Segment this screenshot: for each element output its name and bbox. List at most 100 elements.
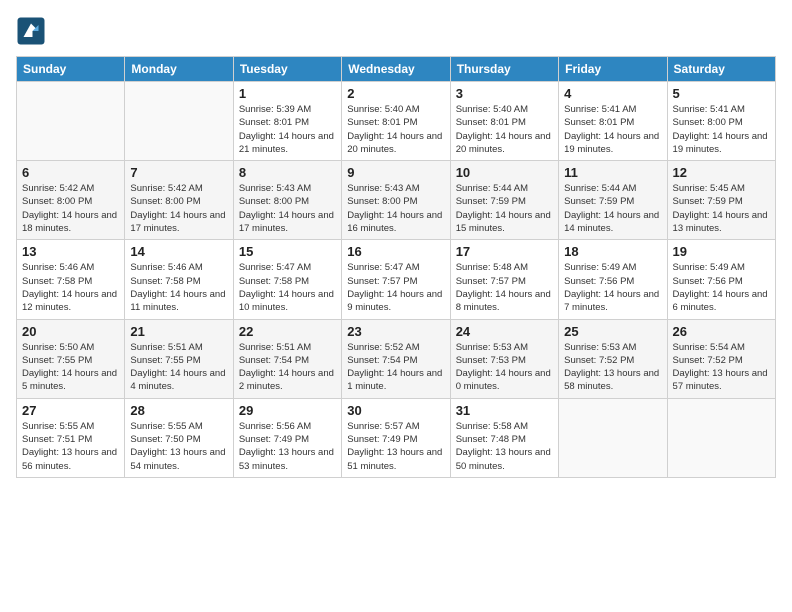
calendar-cell: 12 Sunrise: 5:45 AM Sunset: 7:59 PM Dayli… xyxy=(667,161,775,240)
day-info: Sunrise: 5:41 AM Sunset: 8:01 PM Dayligh… xyxy=(564,103,661,156)
day-number: 9 xyxy=(347,165,444,180)
day-number: 31 xyxy=(456,403,553,418)
weekday-header-row: SundayMondayTuesdayWednesdayThursdayFrid… xyxy=(17,57,776,82)
calendar-cell: 5 Sunrise: 5:41 AM Sunset: 8:00 PM Daylig… xyxy=(667,82,775,161)
day-info: Sunrise: 5:49 AM Sunset: 7:56 PM Dayligh… xyxy=(673,261,770,314)
calendar-cell: 22 Sunrise: 5:51 AM Sunset: 7:54 PM Dayli… xyxy=(233,319,341,398)
day-number: 6 xyxy=(22,165,119,180)
calendar-cell: 13 Sunrise: 5:46 AM Sunset: 7:58 PM Dayli… xyxy=(17,240,125,319)
day-info: Sunrise: 5:52 AM Sunset: 7:54 PM Dayligh… xyxy=(347,341,444,394)
calendar-cell: 28 Sunrise: 5:55 AM Sunset: 7:50 PM Dayli… xyxy=(125,398,233,477)
day-info: Sunrise: 5:44 AM Sunset: 7:59 PM Dayligh… xyxy=(456,182,553,235)
day-info: Sunrise: 5:56 AM Sunset: 7:49 PM Dayligh… xyxy=(239,420,336,473)
day-number: 19 xyxy=(673,244,770,259)
weekday-header-friday: Friday xyxy=(559,57,667,82)
calendar-cell: 17 Sunrise: 5:48 AM Sunset: 7:57 PM Dayli… xyxy=(450,240,558,319)
day-number: 24 xyxy=(456,324,553,339)
calendar-cell: 11Sunrise: 5:44 AM Sunset: 7:59 PM Dayli… xyxy=(559,161,667,240)
day-number: 28 xyxy=(130,403,227,418)
calendar-cell: 14 Sunrise: 5:46 AM Sunset: 7:58 PM Dayli… xyxy=(125,240,233,319)
day-number: 22 xyxy=(239,324,336,339)
calendar-cell: 16Sunrise: 5:47 AM Sunset: 7:57 PM Dayli… xyxy=(342,240,450,319)
calendar-cell: 19 Sunrise: 5:49 AM Sunset: 7:56 PM Dayli… xyxy=(667,240,775,319)
calendar-cell: 7 Sunrise: 5:42 AM Sunset: 8:00 PM Daylig… xyxy=(125,161,233,240)
day-number: 17 xyxy=(456,244,553,259)
calendar-cell: 4 Sunrise: 5:41 AM Sunset: 8:01 PM Daylig… xyxy=(559,82,667,161)
calendar-cell: 30Sunrise: 5:57 AM Sunset: 7:49 PM Dayli… xyxy=(342,398,450,477)
day-info: Sunrise: 5:51 AM Sunset: 7:54 PM Dayligh… xyxy=(239,341,336,394)
day-number: 21 xyxy=(130,324,227,339)
day-info: Sunrise: 5:44 AM Sunset: 7:59 PM Dayligh… xyxy=(564,182,661,235)
calendar-cell xyxy=(559,398,667,477)
calendar-cell: 10 Sunrise: 5:44 AM Sunset: 7:59 PM Dayli… xyxy=(450,161,558,240)
calendar-cell: 1Sunrise: 5:39 AM Sunset: 8:01 PM Daylig… xyxy=(233,82,341,161)
calendar-week-row: 20Sunrise: 5:50 AM Sunset: 7:55 PM Dayli… xyxy=(17,319,776,398)
weekday-header-tuesday: Tuesday xyxy=(233,57,341,82)
calendar-cell: 26 Sunrise: 5:54 AM Sunset: 7:52 PM Dayli… xyxy=(667,319,775,398)
calendar-cell: 15 Sunrise: 5:47 AM Sunset: 7:58 PM Dayli… xyxy=(233,240,341,319)
calendar-cell xyxy=(667,398,775,477)
day-number: 14 xyxy=(130,244,227,259)
calendar-cell xyxy=(125,82,233,161)
weekday-header-thursday: Thursday xyxy=(450,57,558,82)
day-info: Sunrise: 5:46 AM Sunset: 7:58 PM Dayligh… xyxy=(130,261,227,314)
day-info: Sunrise: 5:49 AM Sunset: 7:56 PM Dayligh… xyxy=(564,261,661,314)
day-number: 2 xyxy=(347,86,444,101)
calendar-cell: 23 Sunrise: 5:52 AM Sunset: 7:54 PM Dayli… xyxy=(342,319,450,398)
calendar-cell: 20Sunrise: 5:50 AM Sunset: 7:55 PM Dayli… xyxy=(17,319,125,398)
day-info: Sunrise: 5:50 AM Sunset: 7:55 PM Dayligh… xyxy=(22,341,119,394)
day-info: Sunrise: 5:40 AM Sunset: 8:01 PM Dayligh… xyxy=(347,103,444,156)
day-info: Sunrise: 5:43 AM Sunset: 8:00 PM Dayligh… xyxy=(347,182,444,235)
calendar-cell xyxy=(17,82,125,161)
calendar-cell: 18Sunrise: 5:49 AM Sunset: 7:56 PM Dayli… xyxy=(559,240,667,319)
day-info: Sunrise: 5:42 AM Sunset: 8:00 PM Dayligh… xyxy=(130,182,227,235)
day-info: Sunrise: 5:53 AM Sunset: 7:52 PM Dayligh… xyxy=(564,341,661,394)
day-number: 23 xyxy=(347,324,444,339)
day-info: Sunrise: 5:40 AM Sunset: 8:01 PM Dayligh… xyxy=(456,103,553,156)
weekday-header-wednesday: Wednesday xyxy=(342,57,450,82)
calendar-week-row: 6 Sunrise: 5:42 AM Sunset: 8:00 PM Daylig… xyxy=(17,161,776,240)
day-number: 25 xyxy=(564,324,661,339)
day-info: Sunrise: 5:54 AM Sunset: 7:52 PM Dayligh… xyxy=(673,341,770,394)
day-number: 1 xyxy=(239,86,336,101)
day-number: 8 xyxy=(239,165,336,180)
calendar-cell: 8 Sunrise: 5:43 AM Sunset: 8:00 PM Daylig… xyxy=(233,161,341,240)
day-info: Sunrise: 5:45 AM Sunset: 7:59 PM Dayligh… xyxy=(673,182,770,235)
day-info: Sunrise: 5:55 AM Sunset: 7:50 PM Dayligh… xyxy=(130,420,227,473)
day-number: 5 xyxy=(673,86,770,101)
day-info: Sunrise: 5:55 AM Sunset: 7:51 PM Dayligh… xyxy=(22,420,119,473)
calendar-week-row: 27 Sunrise: 5:55 AM Sunset: 7:51 PM Dayli… xyxy=(17,398,776,477)
calendar-week-row: 13 Sunrise: 5:46 AM Sunset: 7:58 PM Dayli… xyxy=(17,240,776,319)
day-number: 13 xyxy=(22,244,119,259)
calendar-cell: 6 Sunrise: 5:42 AM Sunset: 8:00 PM Daylig… xyxy=(17,161,125,240)
day-number: 16 xyxy=(347,244,444,259)
day-info: Sunrise: 5:58 AM Sunset: 7:48 PM Dayligh… xyxy=(456,420,553,473)
calendar-cell: 2 Sunrise: 5:40 AM Sunset: 8:01 PM Daylig… xyxy=(342,82,450,161)
calendar-week-row: 1Sunrise: 5:39 AM Sunset: 8:01 PM Daylig… xyxy=(17,82,776,161)
day-number: 15 xyxy=(239,244,336,259)
day-number: 29 xyxy=(239,403,336,418)
day-number: 4 xyxy=(564,86,661,101)
calendar-cell: 27 Sunrise: 5:55 AM Sunset: 7:51 PM Dayli… xyxy=(17,398,125,477)
day-info: Sunrise: 5:51 AM Sunset: 7:55 PM Dayligh… xyxy=(130,341,227,394)
calendar-cell: 9 Sunrise: 5:43 AM Sunset: 8:00 PM Daylig… xyxy=(342,161,450,240)
day-number: 26 xyxy=(673,324,770,339)
day-info: Sunrise: 5:47 AM Sunset: 7:58 PM Dayligh… xyxy=(239,261,336,314)
day-info: Sunrise: 5:46 AM Sunset: 7:58 PM Dayligh… xyxy=(22,261,119,314)
day-number: 7 xyxy=(130,165,227,180)
day-info: Sunrise: 5:41 AM Sunset: 8:00 PM Dayligh… xyxy=(673,103,770,156)
calendar-cell: 31 Sunrise: 5:58 AM Sunset: 7:48 PM Dayli… xyxy=(450,398,558,477)
day-info: Sunrise: 5:42 AM Sunset: 8:00 PM Dayligh… xyxy=(22,182,119,235)
logo-icon xyxy=(16,16,46,46)
day-number: 12 xyxy=(673,165,770,180)
weekday-header-sunday: Sunday xyxy=(17,57,125,82)
day-number: 10 xyxy=(456,165,553,180)
day-info: Sunrise: 5:48 AM Sunset: 7:57 PM Dayligh… xyxy=(456,261,553,314)
weekday-header-saturday: Saturday xyxy=(667,57,775,82)
calendar: SundayMondayTuesdayWednesdayThursdayFrid… xyxy=(16,56,776,478)
logo xyxy=(16,16,50,46)
day-info: Sunrise: 5:43 AM Sunset: 8:00 PM Dayligh… xyxy=(239,182,336,235)
day-number: 3 xyxy=(456,86,553,101)
calendar-cell: 25 Sunrise: 5:53 AM Sunset: 7:52 PM Dayli… xyxy=(559,319,667,398)
day-number: 27 xyxy=(22,403,119,418)
